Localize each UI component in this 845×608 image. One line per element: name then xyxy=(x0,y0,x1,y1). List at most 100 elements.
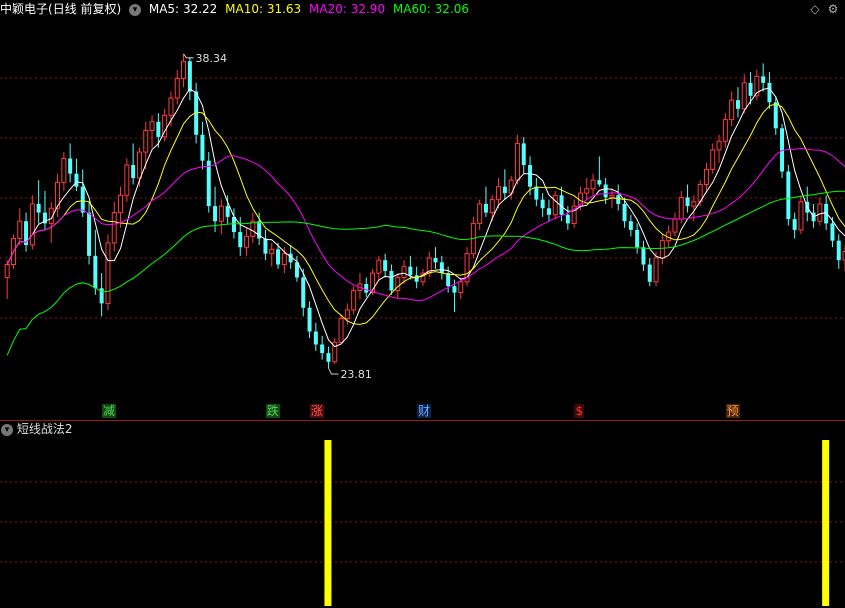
candle-up xyxy=(105,242,111,304)
candle-down xyxy=(521,143,526,166)
candle-down xyxy=(761,76,766,83)
sub-indicator-title[interactable]: 短线战法2 xyxy=(17,422,73,436)
candle-down xyxy=(483,203,488,213)
candle-up xyxy=(124,164,130,196)
signal-marker: $ xyxy=(574,404,585,418)
candle-down xyxy=(647,264,652,282)
candle-up xyxy=(609,194,615,198)
candle-up xyxy=(149,121,155,131)
candle-up xyxy=(710,149,716,170)
candle-down xyxy=(433,258,438,263)
candle-down xyxy=(830,223,835,241)
candle-up xyxy=(691,201,697,207)
candle-up xyxy=(281,253,287,265)
candle-up xyxy=(489,199,495,214)
candle-up xyxy=(29,203,35,246)
candle-down xyxy=(313,331,318,345)
ma10-value: 31.63 xyxy=(266,2,302,16)
high-price-label: 38.34 xyxy=(196,52,228,65)
stock-name[interactable]: 中颖电子 xyxy=(0,2,48,16)
candle-up xyxy=(244,235,250,248)
candle-down xyxy=(276,249,281,265)
candle-down xyxy=(748,82,753,96)
candle-up xyxy=(798,201,804,231)
candle-up xyxy=(61,158,67,183)
annotation-leader xyxy=(183,53,194,59)
candle-down xyxy=(836,240,841,261)
candle-down xyxy=(502,186,507,194)
candle-down xyxy=(628,221,633,230)
candle-down xyxy=(263,238,268,254)
sub-menu-icon[interactable]: ▾ xyxy=(1,423,13,436)
candle-up xyxy=(17,220,23,240)
chart-period: (日线 前复权) xyxy=(48,2,122,16)
candle-down xyxy=(68,158,73,174)
diamond-icon[interactable]: ◇ xyxy=(808,2,822,16)
candle-down xyxy=(383,260,388,271)
sub-indicator-chart[interactable] xyxy=(0,438,845,608)
candle-up xyxy=(168,97,174,116)
candle-up xyxy=(376,259,382,274)
candle-up xyxy=(338,318,344,343)
candle-down xyxy=(616,195,621,204)
ma10-label: MA10: xyxy=(225,2,263,16)
ma60-label: MA60: xyxy=(392,2,431,16)
candle-down xyxy=(565,214,570,224)
candle-down xyxy=(622,203,627,222)
candle-up xyxy=(496,186,502,201)
candle-up xyxy=(351,289,357,311)
signal-bar xyxy=(822,440,830,606)
candle-down xyxy=(603,184,608,198)
candle-down xyxy=(546,208,551,215)
candle-down xyxy=(408,266,413,276)
candle-up xyxy=(729,99,735,121)
ma5-label: MA5: xyxy=(148,2,180,16)
candle-down xyxy=(93,255,98,289)
indicator-menu-icon[interactable]: ▾ xyxy=(129,3,142,16)
candle-down xyxy=(735,100,740,109)
price-chart[interactable]: 38.34 23.81 xyxy=(0,18,845,418)
candle-up xyxy=(218,205,224,222)
signal-marker: 跌 xyxy=(265,404,280,418)
candle-down xyxy=(80,186,85,213)
candle-down xyxy=(452,286,457,293)
ma20-label: MA20: xyxy=(309,2,347,16)
candle-down xyxy=(307,307,312,332)
candle-down xyxy=(792,219,797,230)
annotation-leader xyxy=(328,367,339,375)
candle-up xyxy=(143,129,149,153)
candle-down xyxy=(200,134,205,161)
candle-up xyxy=(269,248,275,255)
candle-down xyxy=(597,180,602,185)
candle-down xyxy=(528,165,533,187)
signal-marker: 预 xyxy=(725,404,740,418)
candle-down xyxy=(439,262,444,274)
candle-up xyxy=(678,196,684,220)
candle-down xyxy=(36,203,41,213)
candle-up xyxy=(181,60,187,80)
candle-up xyxy=(344,309,350,320)
candle-up xyxy=(514,142,520,181)
ma60-value: 32.06 xyxy=(434,2,469,16)
ma20-readout: MA20: 32.90 xyxy=(309,2,385,16)
candle-down xyxy=(213,206,218,222)
ma5-value: 32.22 xyxy=(182,2,218,16)
candle-down xyxy=(364,283,369,293)
candle-down xyxy=(685,197,690,207)
candle-down xyxy=(156,121,161,137)
candle-up xyxy=(477,203,483,224)
candle-up xyxy=(659,240,665,259)
ma-line-ma5 xyxy=(6,87,845,348)
ma60-readout: MA60: 32.06 xyxy=(393,2,469,16)
gear-icon[interactable]: ⚙ xyxy=(826,2,840,16)
candle-up xyxy=(584,188,590,194)
candle-down xyxy=(301,277,306,308)
candle-down xyxy=(206,160,211,207)
candle-up xyxy=(4,263,10,278)
candle-down xyxy=(773,102,778,129)
candle-up xyxy=(552,194,558,216)
candle-up xyxy=(741,82,747,110)
candle-down xyxy=(446,273,451,287)
signal-bar xyxy=(324,440,332,606)
candle-down xyxy=(389,270,394,291)
